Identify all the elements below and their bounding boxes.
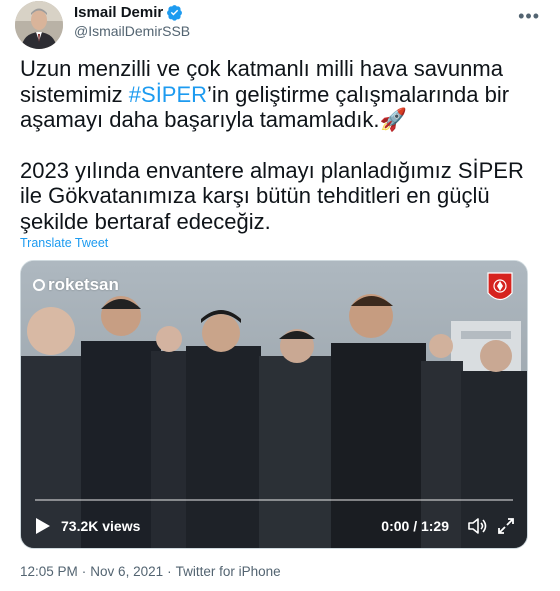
ssb-emblem-icon (487, 272, 513, 301)
tweet-time[interactable]: 12:05 PM (20, 564, 78, 579)
play-icon[interactable] (35, 517, 51, 535)
roketsan-logo: roketsan (33, 275, 119, 295)
more-options-icon[interactable]: ••• (518, 6, 540, 27)
author-name[interactable]: Ismail Demir (74, 4, 163, 21)
fullscreen-icon[interactable] (497, 517, 515, 535)
hashtag-link[interactable]: #SİPER (129, 82, 207, 107)
meta-separator: · (167, 564, 172, 579)
avatar[interactable] (15, 1, 63, 49)
tweet-date[interactable]: Nov 6, 2021 (90, 564, 163, 579)
meta-separator: · (81, 564, 87, 579)
rocket-emoji: 🚀 (379, 107, 407, 132)
volume-icon[interactable] (467, 516, 487, 536)
verified-badge-icon (167, 5, 183, 21)
tweet-meta: 12:05 PM · Nov 6, 2021 · Twitter for iPhone (20, 564, 281, 579)
video-frame-image (21, 261, 527, 548)
author-name-row: Ismail Demir (74, 4, 183, 21)
translate-tweet-link[interactable]: Translate Tweet (20, 236, 108, 250)
author-handle[interactable]: @IsmailDemirSSB (74, 23, 190, 39)
video-progress-bar[interactable] (35, 499, 513, 501)
tweet-paragraph-1: Uzun menzilli ve çok katmanlı milli hava… (20, 56, 545, 133)
tweet-paragraph-2: 2023 yılında envantere almayı planladığı… (20, 157, 524, 234)
roketsan-logo-text: roketsan (48, 275, 119, 294)
roketsan-logo-icon (33, 279, 45, 291)
video-time: 0:00 / 1:29 (381, 518, 449, 534)
video-player[interactable]: roketsan 73.2K views 0:00 / 1:29 (20, 260, 528, 549)
video-views: 73.2K views (61, 518, 141, 534)
tweet-source[interactable]: Twitter for iPhone (176, 564, 281, 579)
tweet: Ismail Demir @IsmailDemirSSB ••• Uzun me… (0, 0, 560, 591)
tweet-text: Uzun menzilli ve çok katmanlı milli hava… (20, 56, 545, 234)
